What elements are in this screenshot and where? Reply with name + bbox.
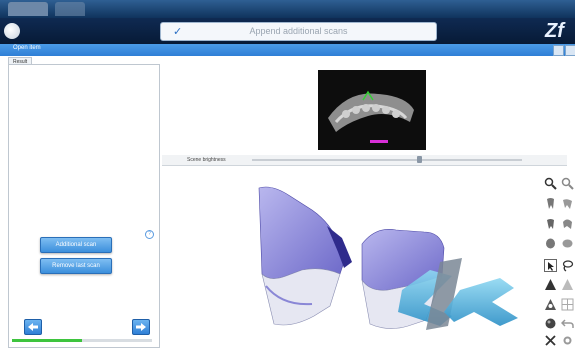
- window-titlebar: [0, 0, 575, 18]
- wire-shade-icon[interactable]: [561, 278, 574, 291]
- slider-track[interactable]: [252, 159, 522, 161]
- cut-icon[interactable]: [544, 334, 557, 347]
- tool-palette: [541, 174, 575, 349]
- back-button[interactable]: [24, 319, 42, 335]
- select-arrow-icon[interactable]: [544, 259, 557, 272]
- settings-icon[interactable]: [561, 334, 574, 347]
- 3d-viewport[interactable]: [162, 166, 540, 349]
- left-panel: [8, 64, 160, 348]
- window-tab[interactable]: [8, 2, 48, 16]
- menu-label[interactable]: Open item: [13, 45, 41, 51]
- slider-label: Scene brightness: [187, 157, 226, 163]
- zoom-out-icon[interactable]: [561, 177, 574, 190]
- light-icon[interactable]: [544, 298, 557, 311]
- app-logo: [4, 23, 20, 39]
- close-button[interactable]: [565, 45, 575, 56]
- arrow-left-icon: [28, 323, 38, 331]
- tooth-back-icon[interactable]: [544, 217, 557, 230]
- brightness-slider-bar: Scene brightness: [162, 155, 567, 166]
- undo-icon[interactable]: [561, 317, 574, 330]
- additional-scan-button[interactable]: Additional scan: [40, 237, 112, 253]
- grid-icon[interactable]: [561, 298, 574, 311]
- progress-bar: [12, 339, 152, 342]
- minimize-button[interactable]: [553, 45, 564, 56]
- slider-handle[interactable]: [417, 156, 422, 163]
- app-header: ✓ Append additional scans Zf: [0, 18, 575, 44]
- tooth-bottom-icon[interactable]: [561, 237, 574, 250]
- tooth-side-icon[interactable]: [561, 197, 574, 210]
- solid-shade-icon[interactable]: [544, 278, 557, 291]
- tooth-top-icon[interactable]: [544, 237, 557, 250]
- help-icon[interactable]: ?: [145, 230, 154, 239]
- progress-fill: [12, 339, 82, 342]
- dental-3d-model: [258, 186, 518, 330]
- tooth-front-icon[interactable]: [544, 197, 557, 210]
- title-text: Append additional scans: [249, 26, 348, 36]
- remove-last-scan-button[interactable]: Remove last scan: [40, 258, 112, 274]
- sphere-icon[interactable]: [544, 317, 557, 330]
- menu-bar: Open item: [0, 44, 575, 56]
- arrow-right-icon: [136, 323, 146, 331]
- lasso-icon[interactable]: [561, 259, 574, 272]
- dental-scan-image: [318, 70, 426, 150]
- next-button[interactable]: [132, 319, 150, 335]
- scan-thumbnail[interactable]: [318, 70, 426, 150]
- brand-logo: Zf: [545, 20, 564, 42]
- tooth-rotate-icon[interactable]: [561, 217, 574, 230]
- title-field[interactable]: ✓ Append additional scans: [160, 22, 437, 41]
- zoom-in-icon[interactable]: [544, 177, 557, 190]
- window-tab[interactable]: [55, 2, 85, 16]
